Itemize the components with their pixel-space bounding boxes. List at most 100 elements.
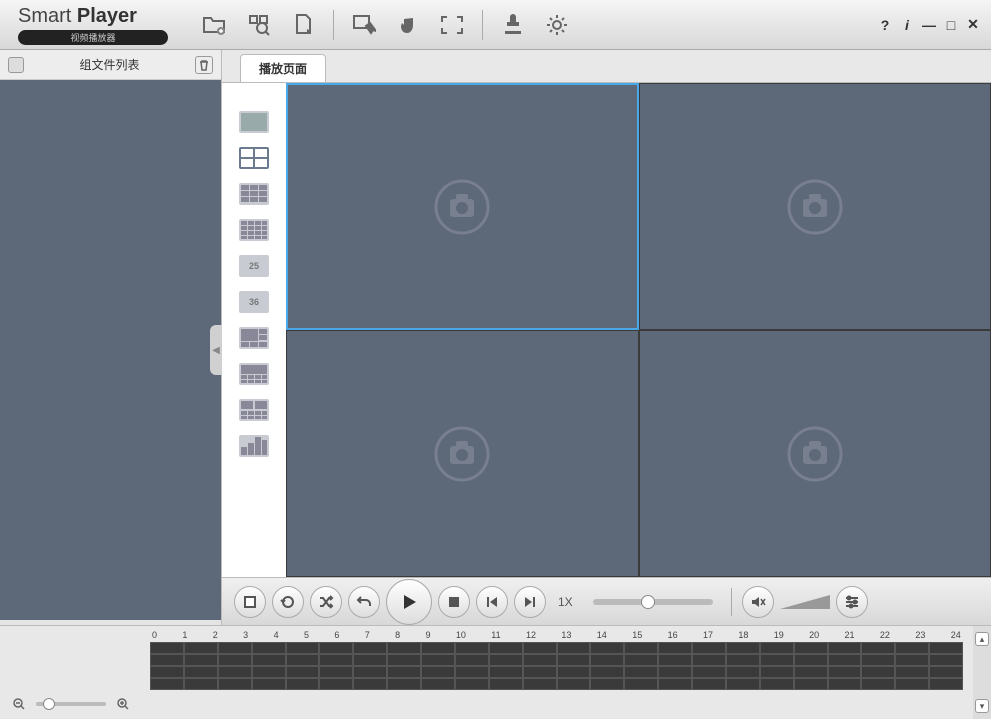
layout-1-button[interactable]: [239, 111, 269, 133]
fullscreen-toggle-button[interactable]: [234, 586, 266, 618]
timeline-cell[interactable]: [421, 666, 455, 678]
timeline-cell[interactable]: [760, 642, 794, 654]
timeline-cell[interactable]: [184, 678, 218, 690]
stop-button[interactable]: [438, 586, 470, 618]
prev-frame-button[interactable]: [476, 586, 508, 618]
timeline-cell[interactable]: [184, 642, 218, 654]
timeline-cell[interactable]: [286, 678, 320, 690]
minimize-button[interactable]: —: [921, 17, 937, 33]
timeline-cell[interactable]: [557, 642, 591, 654]
layout-custom2-button[interactable]: [239, 363, 269, 385]
timeline-cell[interactable]: [286, 654, 320, 666]
timeline-cell[interactable]: [150, 642, 184, 654]
shuffle-button[interactable]: [310, 586, 342, 618]
timeline-cell[interactable]: [489, 666, 523, 678]
next-frame-button[interactable]: [514, 586, 546, 618]
timeline-cell[interactable]: [489, 654, 523, 666]
video-cell-2[interactable]: [639, 83, 991, 330]
layout-9-button[interactable]: [239, 183, 269, 205]
timeline-cell[interactable]: [252, 642, 286, 654]
timeline-cell[interactable]: [286, 666, 320, 678]
timeline-cell[interactable]: [895, 678, 929, 690]
timeline-cell[interactable]: [726, 642, 760, 654]
tab-playback[interactable]: 播放页面: [240, 54, 326, 82]
timeline-cell[interactable]: [252, 678, 286, 690]
timeline-cell[interactable]: [387, 654, 421, 666]
collapse-sidebar-button[interactable]: ◀: [210, 325, 222, 375]
timeline-cell[interactable]: [828, 678, 862, 690]
export-button[interactable]: [283, 7, 323, 43]
pan-button[interactable]: [388, 7, 428, 43]
timeline-cell[interactable]: [557, 654, 591, 666]
timeline-cell[interactable]: [590, 666, 624, 678]
add-folder-button[interactable]: [195, 7, 235, 43]
close-button[interactable]: ✕: [965, 17, 981, 33]
timeline-cell[interactable]: [658, 642, 692, 654]
timeline-cell[interactable]: [218, 654, 252, 666]
timeline-cell[interactable]: [624, 642, 658, 654]
zoom-in-button[interactable]: [114, 695, 132, 713]
layout-4-button[interactable]: [239, 147, 269, 169]
timeline-cell[interactable]: [353, 642, 387, 654]
timeline-cell[interactable]: [828, 666, 862, 678]
timeline-cell[interactable]: [590, 654, 624, 666]
timeline-cell[interactable]: [319, 654, 353, 666]
delete-button[interactable]: [195, 56, 213, 74]
timeline-cell[interactable]: [319, 678, 353, 690]
timeline-cell[interactable]: [929, 666, 963, 678]
filter-button[interactable]: [836, 586, 868, 618]
timeline-cell[interactable]: [353, 666, 387, 678]
timeline-cell[interactable]: [489, 678, 523, 690]
undo-button[interactable]: [348, 586, 380, 618]
zoom-slider[interactable]: [36, 702, 106, 706]
timeline-cell[interactable]: [523, 654, 557, 666]
timeline-cell[interactable]: [218, 666, 252, 678]
timeline-cell[interactable]: [726, 654, 760, 666]
timeline-cell[interactable]: [828, 654, 862, 666]
timeline-cell[interactable]: [624, 666, 658, 678]
timeline-cell[interactable]: [861, 678, 895, 690]
timeline-cell[interactable]: [692, 678, 726, 690]
timeline-cell[interactable]: [760, 654, 794, 666]
timeline-cell[interactable]: [557, 678, 591, 690]
info-button[interactable]: i: [899, 17, 915, 33]
timeline-cell[interactable]: [252, 654, 286, 666]
volume-slider[interactable]: [780, 593, 830, 611]
timeline-cell[interactable]: [455, 678, 489, 690]
timeline-cell[interactable]: [658, 654, 692, 666]
layout-custom4-button[interactable]: [239, 435, 269, 457]
timeline-cell[interactable]: [692, 666, 726, 678]
layout-custom3-button[interactable]: [239, 399, 269, 421]
zoom-out-button[interactable]: [10, 695, 28, 713]
loop-button[interactable]: [272, 586, 304, 618]
timeline-cell[interactable]: [861, 642, 895, 654]
timeline-cell[interactable]: [794, 666, 828, 678]
timeline-cell[interactable]: [421, 654, 455, 666]
timeline-cell[interactable]: [387, 678, 421, 690]
scroll-up-button[interactable]: ▴: [975, 632, 989, 646]
timeline-cell[interactable]: [353, 654, 387, 666]
timeline-cell[interactable]: [726, 666, 760, 678]
timeline-cell[interactable]: [319, 642, 353, 654]
timeline-cell[interactable]: [523, 666, 557, 678]
timeline-cell[interactable]: [590, 642, 624, 654]
timeline-cell[interactable]: [794, 654, 828, 666]
timeline-cell[interactable]: [218, 678, 252, 690]
timeline-cell[interactable]: [319, 666, 353, 678]
timeline-cell[interactable]: [184, 666, 218, 678]
timeline-cell[interactable]: [726, 678, 760, 690]
timeline-cell[interactable]: [421, 642, 455, 654]
timeline-cell[interactable]: [794, 678, 828, 690]
timeline-cell[interactable]: [861, 654, 895, 666]
select-region-button[interactable]: [344, 7, 384, 43]
timeline-cell[interactable]: [760, 666, 794, 678]
layout-36-button[interactable]: 36: [239, 291, 269, 313]
fullscreen-button[interactable]: [432, 7, 472, 43]
timeline-cell[interactable]: [929, 678, 963, 690]
timeline-cell[interactable]: [455, 642, 489, 654]
scroll-down-button[interactable]: ▾: [975, 699, 989, 713]
timeline-cell[interactable]: [590, 678, 624, 690]
timeline-cell[interactable]: [523, 642, 557, 654]
timeline-grid[interactable]: [150, 642, 963, 690]
help-button[interactable]: ?: [877, 17, 893, 33]
